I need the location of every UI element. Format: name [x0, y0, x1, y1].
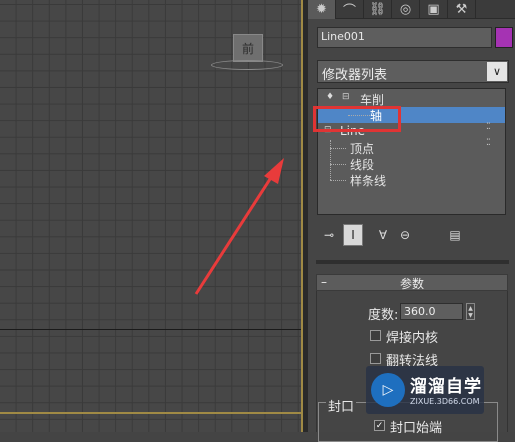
make-unique-icon[interactable]: ∀ — [373, 224, 393, 246]
sub-object-dots-icon: ⁚⁚ — [486, 122, 491, 132]
modifier-list-label: 修改器列表 — [322, 68, 388, 83]
capping-group-label: 封口 — [326, 396, 357, 415]
configure-sets-icon[interactable]: ▤ — [445, 224, 465, 246]
tree-connector — [330, 180, 346, 181]
stack-item-lathe[interactable]: ♦ ⊟ 车削 — [318, 91, 505, 107]
tab-modify[interactable]: ⌒ — [336, 0, 364, 19]
tree-connector — [330, 148, 346, 149]
cap-start-checkbox[interactable]: ✓ — [374, 420, 385, 431]
collapse-box-icon[interactable]: ⊟ — [342, 92, 350, 102]
flip-normals-checkbox[interactable] — [370, 353, 381, 364]
rollout-title: 参数 — [399, 277, 424, 291]
motion-icon: ◎ — [399, 2, 412, 17]
stack-item-spline[interactable]: 样条线 — [318, 172, 505, 188]
tab-display[interactable]: ▣ — [420, 0, 448, 19]
stack-item-label: 样条线 — [350, 174, 387, 188]
object-color-swatch[interactable] — [495, 27, 513, 48]
sub-object-dots-icon: ⁚⁚ — [486, 138, 491, 148]
remove-modifier-icon[interactable]: ⊖ — [395, 224, 415, 246]
degrees-input[interactable]: 360.0 — [400, 303, 463, 320]
degrees-label: 度数: — [368, 308, 399, 323]
viewport-front[interactable]: 前 — [0, 0, 303, 432]
tree-connector — [330, 164, 346, 165]
object-name-input[interactable]: Line001 — [317, 27, 492, 48]
highlight-box — [313, 106, 401, 132]
tab-motion[interactable]: ◎ — [392, 0, 420, 19]
watermark: ▷ 溜溜自学 ZIXUE.3D66.COM — [366, 366, 484, 414]
panel-separator — [316, 260, 509, 264]
stack-item-segment[interactable]: 线段 — [318, 156, 505, 172]
cap-start-label: 封口始端 — [390, 421, 443, 436]
modifier-list-dropdown[interactable]: 修改器列表 ∨ — [317, 60, 509, 83]
watermark-title: 溜溜自学 — [410, 377, 482, 397]
command-panel-tabs: ✹ ⌒ ⛓ ◎ ▣ ⚒ — [308, 0, 515, 19]
lightbulb-icon[interactable]: ♦ — [326, 92, 334, 102]
tab-utilities[interactable]: ⚒ — [448, 0, 476, 19]
degrees-spinner[interactable]: ▲ ▼ — [466, 303, 475, 320]
stack-toolbar: ⊸ I ∀ ⊖ ▤ — [317, 224, 507, 246]
check-icon: ✓ — [375, 420, 384, 431]
hierarchy-icon: ⛓ — [369, 2, 386, 17]
stack-item-vertex[interactable]: 顶点 ⁚⁚ — [318, 138, 505, 180]
stack-item-label: 线段 — [350, 158, 375, 172]
curve-icon: ⌒ — [342, 4, 356, 19]
tab-hierarchy[interactable]: ⛓ — [364, 0, 392, 19]
watermark-subtitle: ZIXUE.3D66.COM — [410, 397, 480, 406]
show-end-result-icon[interactable]: I — [343, 224, 363, 246]
weld-core-label: 焊接内核 — [386, 331, 439, 346]
tab-create[interactable]: ✹ — [308, 0, 336, 19]
chevron-down-icon[interactable]: ∨ — [487, 62, 507, 81]
stack-item-label: 顶点 — [350, 142, 375, 156]
parameters-rollout-header[interactable]: – 参数 — [316, 274, 508, 291]
annotation-arrow-icon — [194, 158, 284, 295]
display-icon: ▣ — [427, 2, 440, 17]
sun-icon: ✹ — [316, 2, 327, 17]
weld-core-checkbox[interactable] — [370, 330, 381, 341]
pin-stack-icon[interactable]: ⊸ — [319, 224, 339, 246]
play-logo-icon: ▷ — [371, 373, 405, 407]
hammer-icon: ⚒ — [455, 2, 468, 17]
